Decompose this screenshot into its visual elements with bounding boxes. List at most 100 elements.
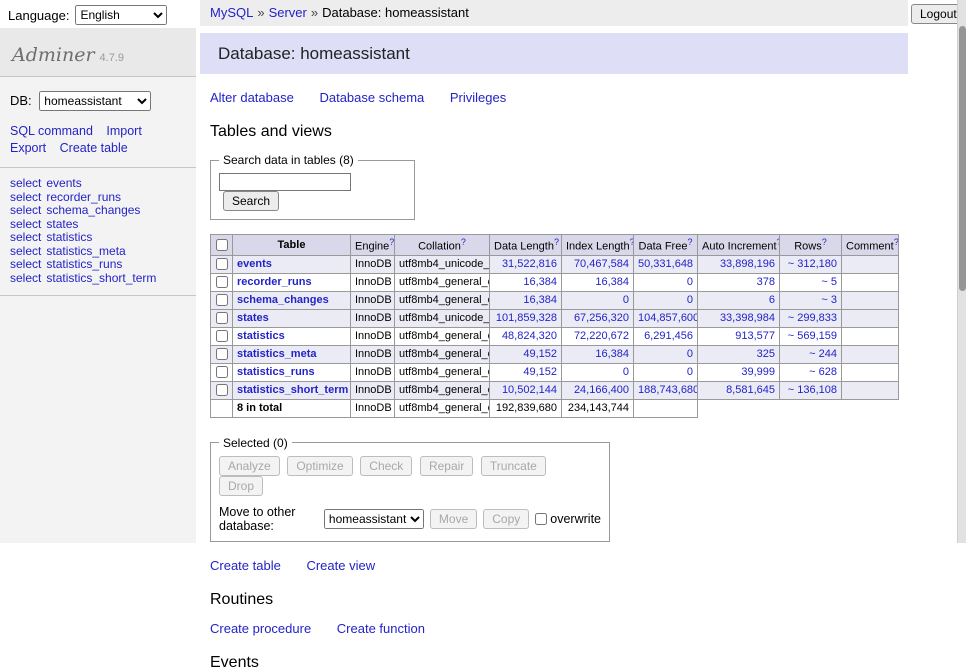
rows-cell[interactable]: ~ 628 xyxy=(780,363,842,381)
search-button[interactable]: Search xyxy=(223,191,279,211)
index-length-cell[interactable]: 24,166,400 xyxy=(562,381,634,399)
breadcrumb-server-link[interactable]: Server xyxy=(269,5,307,20)
rows-cell[interactable]: ~ 569,159 xyxy=(780,327,842,345)
table-link-statistics-short-term[interactable]: statistics_short_term xyxy=(46,271,156,285)
index-length-cell[interactable]: 70,467,584 xyxy=(562,255,634,273)
help-icon[interactable]: ? xyxy=(389,237,394,247)
select-link[interactable]: select xyxy=(10,257,41,271)
scrollbar-thumb[interactable] xyxy=(959,26,966,291)
rows-cell[interactable]: ~ 244 xyxy=(780,345,842,363)
table-name-link[interactable]: schema_changes xyxy=(237,294,329,306)
table-name-link[interactable]: statistics_runs xyxy=(237,366,315,378)
select-link[interactable]: select xyxy=(10,176,41,190)
table-name-link[interactable]: statistics_short_term xyxy=(237,384,348,396)
auto-increment-cell[interactable]: 33,898,196 xyxy=(698,255,780,273)
help-icon[interactable]: ? xyxy=(687,237,692,247)
rows-cell[interactable]: ~ 136,108 xyxy=(780,381,842,399)
create-view-link[interactable]: Create view xyxy=(306,558,375,573)
data-length-cell[interactable]: 16,384 xyxy=(490,291,562,309)
data-free-cell[interactable]: 104,857,600 xyxy=(634,309,698,327)
index-length-cell[interactable]: 16,384 xyxy=(562,273,634,291)
index-length-cell[interactable]: 72,220,672 xyxy=(562,327,634,345)
table-link-statistics-runs[interactable]: statistics_runs xyxy=(46,257,122,271)
rows-cell[interactable]: ~ 299,833 xyxy=(780,309,842,327)
privileges-link[interactable]: Privileges xyxy=(450,90,506,105)
select-link[interactable]: select xyxy=(10,244,41,258)
create-function-link[interactable]: Create function xyxy=(337,621,425,636)
create-table-link-main[interactable]: Create table xyxy=(210,558,281,573)
auto-increment-cell[interactable]: 8,581,645 xyxy=(698,381,780,399)
create-table-link[interactable]: Create table xyxy=(60,140,128,157)
auto-increment-cell[interactable]: 325 xyxy=(698,345,780,363)
table-link-events[interactable]: events xyxy=(46,176,81,190)
table-name-link[interactable]: statistics xyxy=(237,330,285,342)
select-link[interactable]: select xyxy=(10,271,41,285)
help-icon[interactable]: ? xyxy=(554,237,559,247)
data-length-cell[interactable]: 16,384 xyxy=(490,273,562,291)
language-select[interactable]: English xyxy=(75,5,167,25)
auto-increment-cell[interactable]: 6 xyxy=(698,291,780,309)
data-free-cell[interactable]: 0 xyxy=(634,363,698,381)
row-checkbox[interactable] xyxy=(216,258,228,270)
table-link-states[interactable]: states xyxy=(46,217,78,231)
data-free-cell[interactable]: 188,743,680 xyxy=(634,381,698,399)
help-icon[interactable]: ? xyxy=(822,237,827,247)
data-length-cell[interactable]: 49,152 xyxy=(490,363,562,381)
db-select[interactable]: homeassistant xyxy=(39,91,151,111)
select-link[interactable]: select xyxy=(10,230,41,244)
export-link[interactable]: Export xyxy=(10,140,46,157)
import-link[interactable]: Import xyxy=(106,123,141,140)
rows-cell[interactable]: ~ 5 xyxy=(780,273,842,291)
index-length-cell[interactable]: 0 xyxy=(562,363,634,381)
index-length-cell[interactable]: 0 xyxy=(562,291,634,309)
rows-cell[interactable]: ~ 312,180 xyxy=(780,255,842,273)
table-link-statistics[interactable]: statistics xyxy=(46,230,92,244)
help-icon[interactable]: ? xyxy=(894,237,899,247)
row-checkbox[interactable] xyxy=(216,366,228,378)
table-link-statistics-meta[interactable]: statistics_meta xyxy=(46,244,125,258)
row-checkbox[interactable] xyxy=(216,330,228,342)
auto-increment-cell[interactable]: 378 xyxy=(698,273,780,291)
row-checkbox[interactable] xyxy=(216,312,228,324)
alter-database-link[interactable]: Alter database xyxy=(210,90,294,105)
select-all-checkbox[interactable] xyxy=(216,239,228,251)
table-name-link[interactable]: statistics_meta xyxy=(237,348,317,360)
overwrite-checkbox[interactable] xyxy=(535,513,547,525)
database-schema-link[interactable]: Database schema xyxy=(319,90,424,105)
table-name-link[interactable]: states xyxy=(237,312,269,324)
data-length-cell[interactable]: 48,824,320 xyxy=(490,327,562,345)
data-free-cell[interactable]: 0 xyxy=(634,273,698,291)
select-link[interactable]: select xyxy=(10,190,41,204)
data-length-cell[interactable]: 49,152 xyxy=(490,345,562,363)
help-icon[interactable]: ? xyxy=(630,237,634,247)
help-icon[interactable]: ? xyxy=(461,237,466,247)
row-checkbox[interactable] xyxy=(216,276,228,288)
move-database-select[interactable]: homeassistant xyxy=(324,509,424,529)
table-name-link[interactable]: events xyxy=(237,258,272,270)
scrollbar-track[interactable] xyxy=(957,0,966,543)
data-free-cell[interactable]: 6,291,456 xyxy=(634,327,698,345)
auto-increment-cell[interactable]: 913,577 xyxy=(698,327,780,345)
select-link[interactable]: select xyxy=(10,203,41,217)
create-procedure-link[interactable]: Create procedure xyxy=(210,621,311,636)
data-length-cell[interactable]: 10,502,144 xyxy=(490,381,562,399)
auto-increment-cell[interactable]: 39,999 xyxy=(698,363,780,381)
table-link-recorder-runs[interactable]: recorder_runs xyxy=(46,190,121,204)
data-length-cell[interactable]: 101,859,328 xyxy=(490,309,562,327)
data-free-cell[interactable]: 0 xyxy=(634,345,698,363)
table-name-link[interactable]: recorder_runs xyxy=(237,276,312,288)
table-link-schema-changes[interactable]: schema_changes xyxy=(46,203,140,217)
sql-command-link[interactable]: SQL command xyxy=(10,123,93,140)
data-free-cell[interactable]: 50,331,648 xyxy=(634,255,698,273)
index-length-cell[interactable]: 16,384 xyxy=(562,345,634,363)
data-length-cell[interactable]: 31,522,816 xyxy=(490,255,562,273)
rows-cell[interactable]: ~ 3 xyxy=(780,291,842,309)
search-input[interactable] xyxy=(219,173,351,191)
row-checkbox[interactable] xyxy=(216,294,228,306)
data-free-cell[interactable]: 0 xyxy=(634,291,698,309)
index-length-cell[interactable]: 67,256,320 xyxy=(562,309,634,327)
row-checkbox[interactable] xyxy=(216,384,228,396)
select-link[interactable]: select xyxy=(10,217,41,231)
breadcrumb-mysql-link[interactable]: MySQL xyxy=(210,5,253,20)
row-checkbox[interactable] xyxy=(216,348,228,360)
